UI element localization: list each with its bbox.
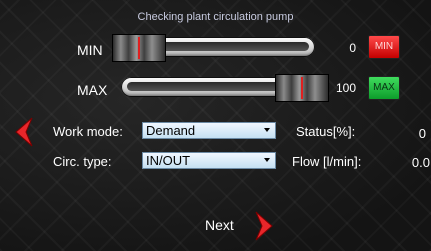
circ-type-select[interactable]: IN/OUT [142, 152, 276, 169]
min-label: MIN [77, 42, 103, 58]
max-slider[interactable] [121, 74, 329, 102]
next-label[interactable]: Next [205, 217, 234, 233]
flow-value: 0.0 [411, 155, 430, 170]
status-value: 0 [418, 126, 426, 141]
screen-title: Checking plant circulation pump [137, 11, 294, 23]
work-mode-value: Demand [146, 123, 196, 138]
circ-type-label: Circ. type: [53, 154, 112, 169]
max-slider-thumb[interactable] [275, 74, 329, 102]
circ-type-value: IN/OUT [146, 153, 191, 168]
flow-label: Flow [l/min]: [292, 154, 362, 169]
min-button[interactable]: MIN [368, 35, 400, 59]
status-label: Status[%]: [296, 124, 356, 139]
min-slider-thumb[interactable] [112, 34, 166, 62]
work-mode-select[interactable]: Demand [142, 122, 276, 139]
chevron-down-icon [264, 128, 270, 132]
max-value: 100 [335, 81, 356, 95]
min-slider[interactable] [112, 34, 315, 62]
max-button[interactable]: MAX [368, 76, 400, 100]
work-mode-label: Work mode: [53, 124, 123, 139]
right-arrow-icon[interactable] [254, 210, 274, 247]
min-value: 0 [349, 41, 356, 55]
left-arrow-icon[interactable] [10, 116, 34, 153]
max-label: MAX [77, 82, 108, 98]
chevron-down-icon [264, 158, 270, 162]
